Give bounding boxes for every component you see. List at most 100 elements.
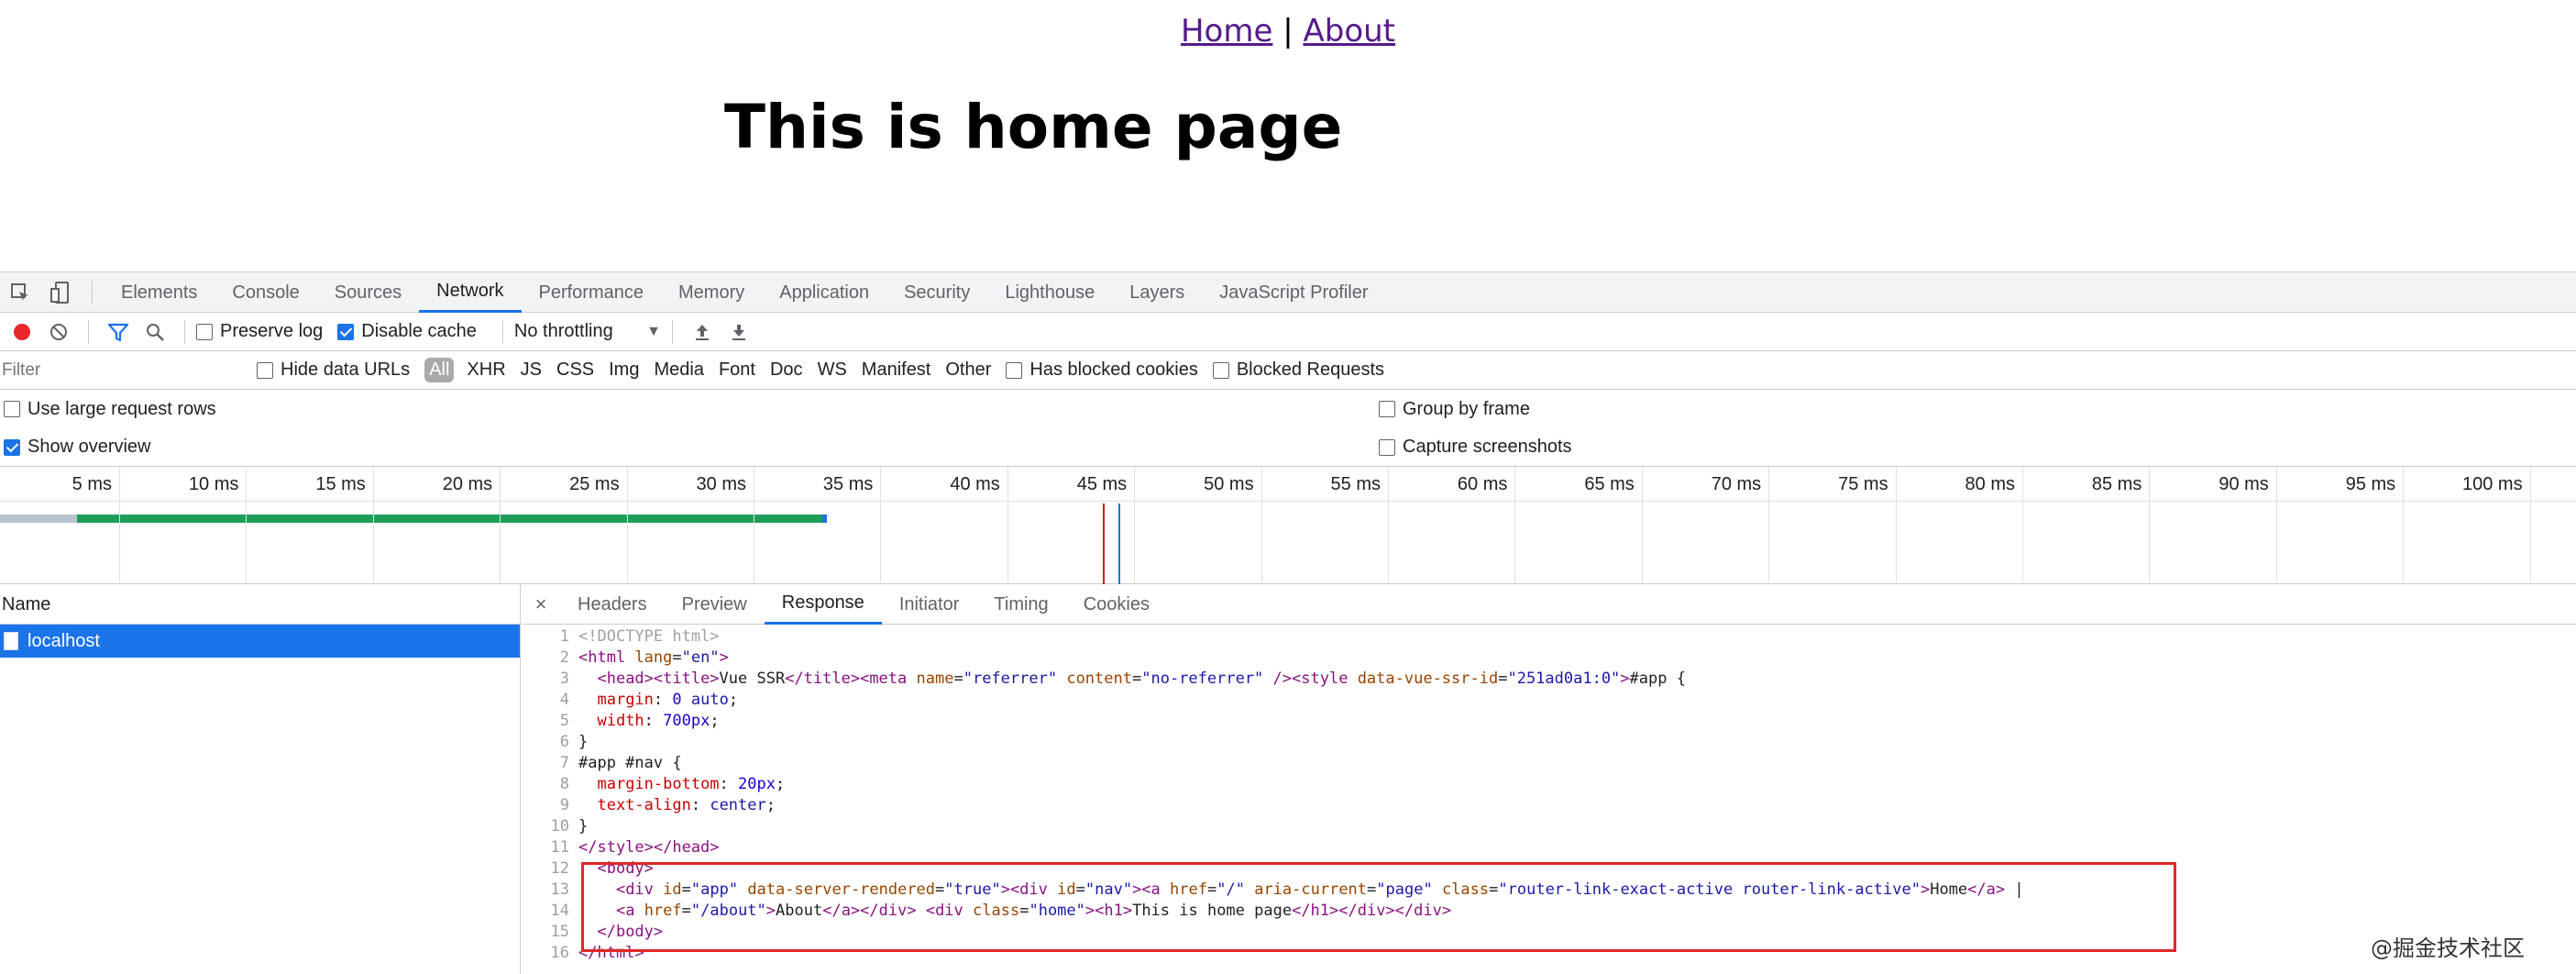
import-har-icon[interactable]	[684, 314, 721, 350]
filter-type-ws[interactable]: WS	[810, 360, 854, 381]
line-number: 3	[559, 670, 569, 688]
line-number: 5	[559, 712, 569, 730]
line-number: 15	[550, 923, 569, 941]
request-list: Name localhost	[0, 584, 521, 974]
filter-type-manifest[interactable]: Manifest	[854, 360, 939, 381]
devtools-tabs: Elements Console Sources Network Performance…	[104, 272, 1386, 313]
blocked-requests-label: Blocked Requests	[1236, 360, 1385, 380]
line-number: 2	[559, 648, 569, 667]
line-number: 1	[559, 627, 569, 646]
capture-screenshots-checkbox[interactable]: Capture screenshots	[1379, 437, 1572, 458]
detail-tab-cookies[interactable]: Cookies	[1066, 584, 1167, 625]
group-by-frame-box[interactable]	[1379, 401, 1395, 417]
group-by-frame-checkbox[interactable]: Group by frame	[1379, 399, 1530, 420]
filter-input[interactable]	[2, 356, 238, 384]
overview-gridline	[2275, 467, 2277, 584]
detail-tab-response[interactable]: Response	[764, 584, 882, 625]
overview-tick-label: 25 ms	[569, 474, 620, 494]
overview-tick-label: 10 ms	[188, 474, 239, 494]
show-overview-checkbox[interactable]: Show overview	[4, 437, 151, 458]
record-button[interactable]	[4, 314, 40, 350]
network-toolbar: Preserve log Disable cache No throttling…	[0, 313, 2576, 351]
tab-application[interactable]: Application	[762, 272, 886, 313]
tab-console[interactable]: Console	[215, 272, 316, 313]
export-har-icon[interactable]	[721, 314, 757, 350]
filter-type-all[interactable]: All	[424, 358, 455, 382]
tab-memory[interactable]: Memory	[661, 272, 762, 313]
code-line: 7 #app #nav {	[522, 753, 2576, 774]
overview-tick-label: 60 ms	[1457, 474, 1508, 494]
preserve-log-box[interactable]	[196, 323, 213, 340]
nav-about-link[interactable]: About	[1303, 13, 1395, 50]
request-row[interactable]: localhost	[0, 625, 520, 658]
filter-type-media[interactable]: Media	[646, 360, 710, 381]
document-icon	[4, 632, 18, 650]
blocked-requests-box[interactable]	[1212, 361, 1229, 379]
large-rows-checkbox[interactable]: Use large request rows	[4, 399, 216, 420]
blocked-requests-checkbox[interactable]: Blocked Requests	[1212, 360, 1385, 381]
filter-icon[interactable]	[100, 314, 137, 350]
nav-home-link[interactable]: Home	[1181, 13, 1272, 50]
capture-screenshots-box[interactable]	[1379, 438, 1395, 456]
hide-data-urls-checkbox[interactable]: Hide data URLs	[257, 360, 410, 381]
overview-gridline	[1895, 467, 1897, 584]
large-rows-box[interactable]	[4, 401, 20, 417]
tab-lighthouse[interactable]: Lighthouse	[987, 272, 1112, 313]
large-rows-label: Use large request rows	[28, 398, 216, 419]
preserve-log-checkbox[interactable]: Preserve log	[196, 321, 323, 342]
overview-gridline	[119, 467, 120, 584]
has-blocked-cookies-checkbox[interactable]: Has blocked cookies	[1006, 360, 1198, 381]
network-overview[interactable]: 5 ms 10 ms 15 ms 20 ms 25 ms 30 ms 35 ms 40 ms 4…	[0, 467, 2576, 584]
device-toolbar-icon[interactable]	[40, 272, 81, 313]
tab-elements[interactable]: Elements	[104, 272, 215, 313]
filter-type-js[interactable]: JS	[513, 360, 549, 381]
clear-button[interactable]	[40, 314, 77, 350]
detail-tab-preview[interactable]: Preview	[665, 584, 765, 625]
filter-type-img[interactable]: Img	[601, 360, 646, 381]
tab-javascript-profiler[interactable]: JavaScript Profiler	[1202, 272, 1385, 313]
overview-gridline	[1007, 467, 1008, 584]
close-icon[interactable]: ×	[522, 592, 560, 616]
overview-tick-label: 45 ms	[1076, 474, 1128, 494]
overview-tick-label: 85 ms	[2091, 474, 2142, 494]
dom-content-loaded-marker	[1103, 504, 1105, 584]
tab-layers[interactable]: Layers	[1112, 272, 1202, 313]
filter-type-xhr[interactable]: XHR	[459, 360, 512, 381]
settings-row-1: Use large request rows Group by frame	[0, 390, 2576, 428]
has-blocked-cookies-box[interactable]	[1006, 361, 1023, 379]
disable-cache-box[interactable]	[337, 323, 355, 340]
tab-security[interactable]: Security	[886, 272, 987, 313]
disable-cache-checkbox[interactable]: Disable cache	[337, 321, 477, 342]
overview-tick-label: 40 ms	[950, 474, 1000, 494]
overview-gridline	[2529, 467, 2531, 584]
throttling-select[interactable]: No throttling ▼	[514, 321, 661, 342]
overview-tick-label: 90 ms	[2218, 474, 2269, 494]
detail-tab-initiator[interactable]: Initiator	[882, 584, 977, 625]
hide-data-urls-label: Hide data URLs	[281, 360, 411, 380]
overview-gridline	[246, 467, 248, 584]
page-heading: This is home page	[724, 92, 1343, 162]
filter-type-font[interactable]: Font	[711, 360, 763, 381]
inspect-element-icon[interactable]	[0, 272, 40, 313]
filter-type-other[interactable]: Other	[938, 360, 998, 381]
overview-gridline	[1388, 467, 1389, 584]
search-icon[interactable]	[137, 314, 173, 350]
filter-type-doc[interactable]: Doc	[763, 360, 810, 381]
filter-type-css[interactable]: CSS	[549, 360, 601, 381]
show-overview-label: Show overview	[28, 437, 151, 457]
overview-gridline	[2022, 467, 2023, 584]
detail-tab-headers[interactable]: Headers	[560, 584, 665, 625]
tab-network[interactable]: Network	[419, 272, 522, 313]
name-column-header[interactable]: Name	[0, 584, 520, 625]
overview-tick-label: 75 ms	[1838, 474, 1888, 494]
line-number: 7	[559, 754, 569, 772]
tab-sources[interactable]: Sources	[317, 272, 419, 313]
tab-performance[interactable]: Performance	[522, 272, 662, 313]
chevron-down-icon: ▼	[646, 323, 661, 339]
show-overview-box[interactable]	[4, 438, 20, 456]
capture-screenshots-label: Capture screenshots	[1403, 437, 1572, 457]
hide-data-urls-box[interactable]	[257, 361, 273, 379]
detail-tab-timing[interactable]: Timing	[976, 584, 1065, 625]
overview-ruler	[0, 467, 2576, 502]
annotation-highlight-box	[581, 862, 2176, 952]
